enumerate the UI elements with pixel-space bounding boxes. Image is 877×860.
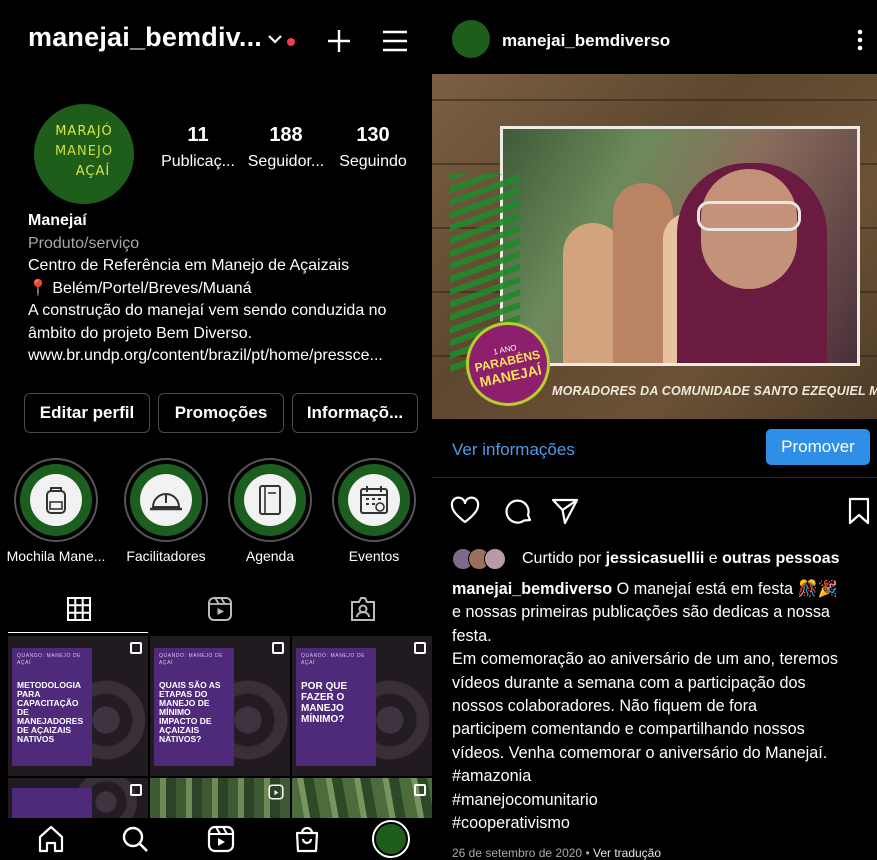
hashtag[interactable]: #amazonia [452, 765, 872, 788]
post-author-username[interactable]: manejai_bemdiverso [502, 31, 670, 51]
carousel-icon [272, 642, 284, 654]
reels-tab-icon[interactable] [207, 596, 233, 622]
caption-username[interactable]: manejai_bemdiverso [452, 580, 612, 598]
post-date: 26 de setembro de 2020 • Ver tradução [452, 846, 662, 860]
reels-icon [268, 784, 284, 800]
bookmark-icon[interactable] [844, 496, 874, 526]
hamburger-menu-icon[interactable] [382, 30, 408, 52]
profile-avatar[interactable]: MARAJÓ MANEJO AÇAÍ [34, 104, 134, 204]
username-switcher[interactable]: manejai_bemdiv... [28, 22, 262, 53]
bio-line: A construção do manejaí vem sendo conduz… [28, 302, 387, 319]
carousel-icon [130, 784, 142, 796]
post-thumbnail[interactable] [150, 778, 290, 818]
notebook-icon [259, 485, 281, 515]
post-caption: manejai_bemdiverso O manejaí está em fes… [452, 578, 872, 835]
bio-line: Centro de Referência em Manejo de Açaiza… [28, 257, 350, 274]
profile-header: manejai_bemdiv... [0, 0, 432, 74]
home-icon[interactable] [36, 824, 66, 854]
see-translation-link[interactable]: Ver tradução [593, 846, 661, 860]
post-video[interactable]: 1 ANO PARABÉNS MANEJAÍ MORADORES DA COMU… [432, 74, 877, 419]
notification-dot [287, 38, 295, 46]
grid-icon[interactable] [66, 596, 92, 622]
stat-followers[interactable]: 188 Seguidor... [241, 124, 331, 171]
comment-icon[interactable] [504, 496, 534, 526]
bio-line: âmbito do projeto Bem Diverso. [28, 324, 253, 342]
post-thumbnail[interactable]: QUANDO: MANEJO DE AÇAÍ POR QUE FAZER O M… [292, 636, 432, 776]
highlight-agenda[interactable]: Agenda [220, 458, 320, 564]
backpack-icon [46, 487, 66, 514]
plus-icon[interactable] [326, 28, 352, 54]
profile-category: Produto/serviço [28, 234, 140, 252]
post-header: manejai_bemdiverso [432, 0, 877, 74]
profile-screen: manejai_bemdiv... MARAJÓ MANEJO AÇAÍ 11 … [0, 0, 432, 860]
highlight-backpack[interactable]: Mochila Mane... [6, 458, 106, 564]
share-icon[interactable] [550, 496, 580, 526]
liker-avatar [484, 548, 506, 570]
bio-location: 📍 Belém/Portel/Breves/Muaná [28, 279, 252, 297]
edit-profile-button[interactable]: Editar perfil [24, 393, 150, 433]
post-thumbnail[interactable] [8, 778, 148, 818]
hashtag[interactable]: #manejocomunitario [452, 789, 872, 812]
view-insights-link[interactable]: Ver informações [452, 440, 575, 460]
heart-icon[interactable] [450, 496, 480, 526]
video-frame-photo [500, 126, 860, 366]
calendar-icon [360, 486, 388, 514]
likes-summary[interactable]: Curtido por jessicasuellii e outras pess… [452, 548, 872, 572]
shop-icon[interactable] [292, 824, 322, 854]
bio-link[interactable]: www.br.undp.org/content/brazil/pt/home/p… [28, 345, 423, 368]
post-thumbnail[interactable]: QUANDO: MANEJO DE AÇAÍ METODOLOGIA PARA … [8, 636, 148, 776]
search-icon[interactable] [120, 824, 150, 854]
highlight-events[interactable]: Eventos [324, 458, 424, 564]
bottom-navigation [0, 818, 432, 860]
stat-following[interactable]: 130 Seguindo [328, 124, 418, 171]
video-caption: MORADORES DA COMUNIDADE SANTO EZEQUIEL M… [552, 384, 877, 398]
reels-icon[interactable] [206, 824, 236, 854]
information-button[interactable]: Informaçõ... [292, 393, 418, 433]
profile-tabs [0, 590, 432, 634]
profile-stats: 11 Publicaç... 188 Seguidor... 130 Segui… [155, 124, 420, 184]
carousel-icon [414, 642, 426, 654]
profile-name: Manejaí [28, 212, 87, 229]
carousel-icon [414, 784, 426, 796]
insights-bar: Ver informações Promover [432, 420, 877, 478]
post-thumbnail[interactable] [292, 778, 432, 818]
other-likers-link[interactable]: outras pessoas [722, 550, 839, 567]
promotions-button[interactable]: Promoções [158, 393, 284, 433]
tagged-icon[interactable] [350, 596, 376, 622]
active-tab-indicator [8, 632, 148, 633]
hashtag[interactable]: #cooperativismo [452, 812, 872, 835]
hard-hat-icon [150, 493, 182, 511]
post-thumbnail[interactable]: QUANDO: MANEJO DE AÇAÍ QUAIS SÃO AS ETAP… [150, 636, 290, 776]
profile-bio: Manejaí Produto/serviço Centro de Referê… [28, 210, 423, 368]
promote-button[interactable]: Promover [766, 429, 870, 465]
liker-username[interactable]: jessicasuellii [606, 550, 705, 567]
post-author-avatar[interactable] [452, 20, 490, 58]
carousel-icon [130, 642, 142, 654]
stat-posts[interactable]: 11 Publicaç... [153, 124, 243, 171]
post-screen: manejai_bemdiverso 1 ANO PARABÉNS MANEJA… [432, 0, 877, 860]
more-options-icon[interactable] [855, 28, 865, 52]
profile-nav-avatar[interactable] [372, 820, 410, 858]
highlight-facilitators[interactable]: Facilitadores [116, 458, 216, 564]
chevron-down-icon[interactable] [266, 30, 284, 48]
